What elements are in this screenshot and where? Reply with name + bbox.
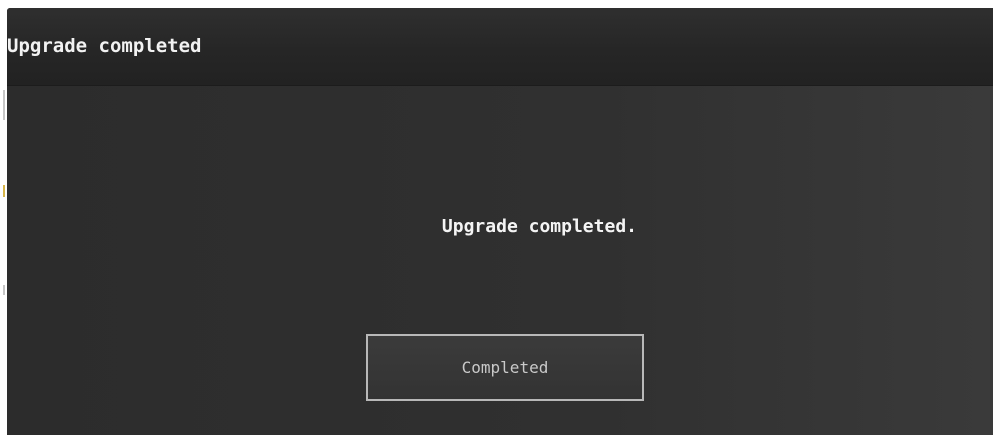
dialog-title: Upgrade completed [7,35,202,57]
upgrade-dialog: Upgrade completed Upgrade completed. Com… [7,8,993,435]
edge-marker-highlight [3,185,5,197]
edge-marker [3,90,5,120]
completed-button[interactable]: Completed [366,334,644,401]
dialog-message: Upgrade completed. [441,216,637,237]
window-left-edge [0,0,7,435]
dialog-titlebar: Upgrade completed [7,8,993,86]
completed-button-label: Completed [461,358,549,377]
edge-marker [3,285,5,295]
